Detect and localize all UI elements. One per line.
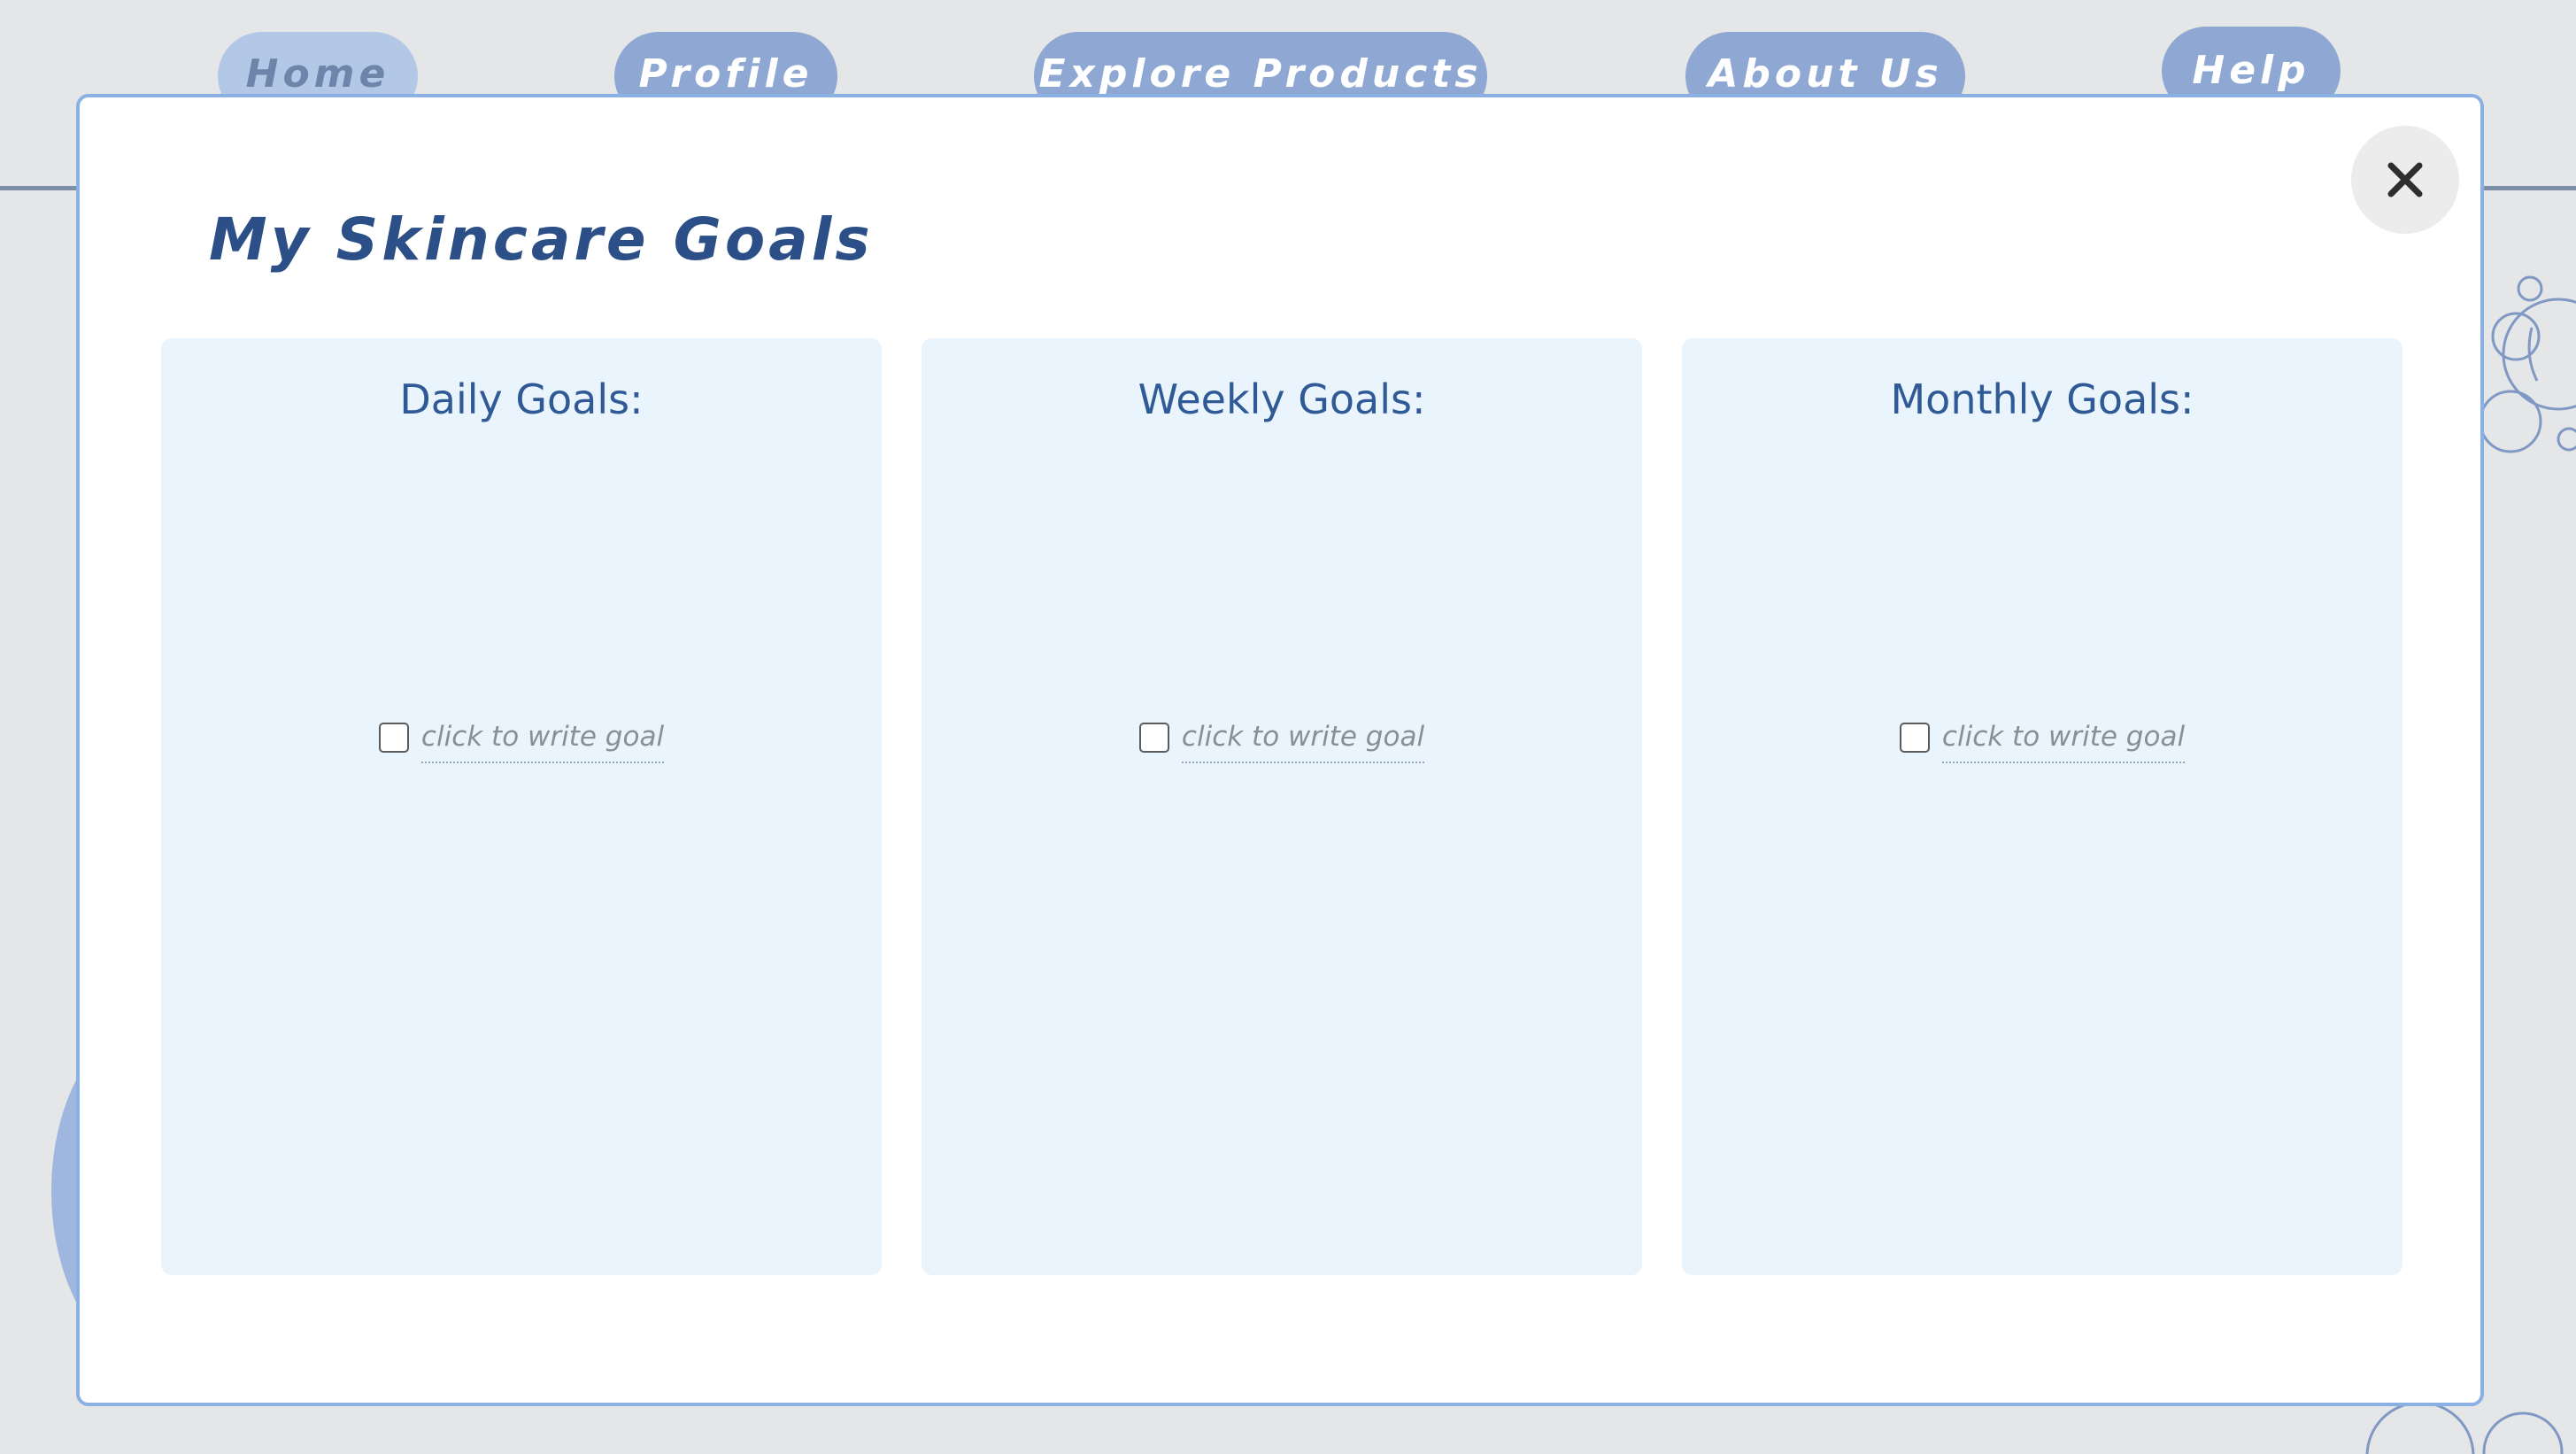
bubbles-decoration [2479, 275, 2576, 453]
weekly-goals-heading: Weekly Goals: [1138, 375, 1426, 423]
daily-goal-input[interactable]: click to write goal [420, 721, 665, 763]
daily-goal-checkbox[interactable] [378, 723, 409, 753]
weekly-goals-column: Weekly Goals: click to write goal [922, 338, 1642, 1275]
weekly-goal-checkbox[interactable] [1138, 723, 1169, 753]
monthly-goals-column: Monthly Goals: click to write goal [1682, 338, 2402, 1275]
daily-goals-heading: Daily Goals: [399, 375, 644, 423]
daily-goals-column: Daily Goals: click to write goal [161, 338, 882, 1275]
weekly-goal-item: click to write goal [922, 721, 1642, 763]
close-button[interactable] [2351, 126, 2459, 234]
monthly-goal-checkbox[interactable] [1899, 723, 1930, 753]
modal-title: My Skincare Goals [209, 205, 874, 274]
monthly-goal-item: click to write goal [1682, 721, 2402, 763]
weekly-goal-input[interactable]: click to write goal [1181, 721, 1425, 763]
skincare-goals-modal: My Skincare Goals Daily Goals: click to … [76, 94, 2484, 1406]
monthly-goal-input[interactable]: click to write goal [1941, 721, 2186, 763]
monthly-goals-heading: Monthly Goals: [1890, 375, 2194, 423]
daily-goal-item: click to write goal [161, 721, 882, 763]
close-icon [2387, 162, 2423, 197]
